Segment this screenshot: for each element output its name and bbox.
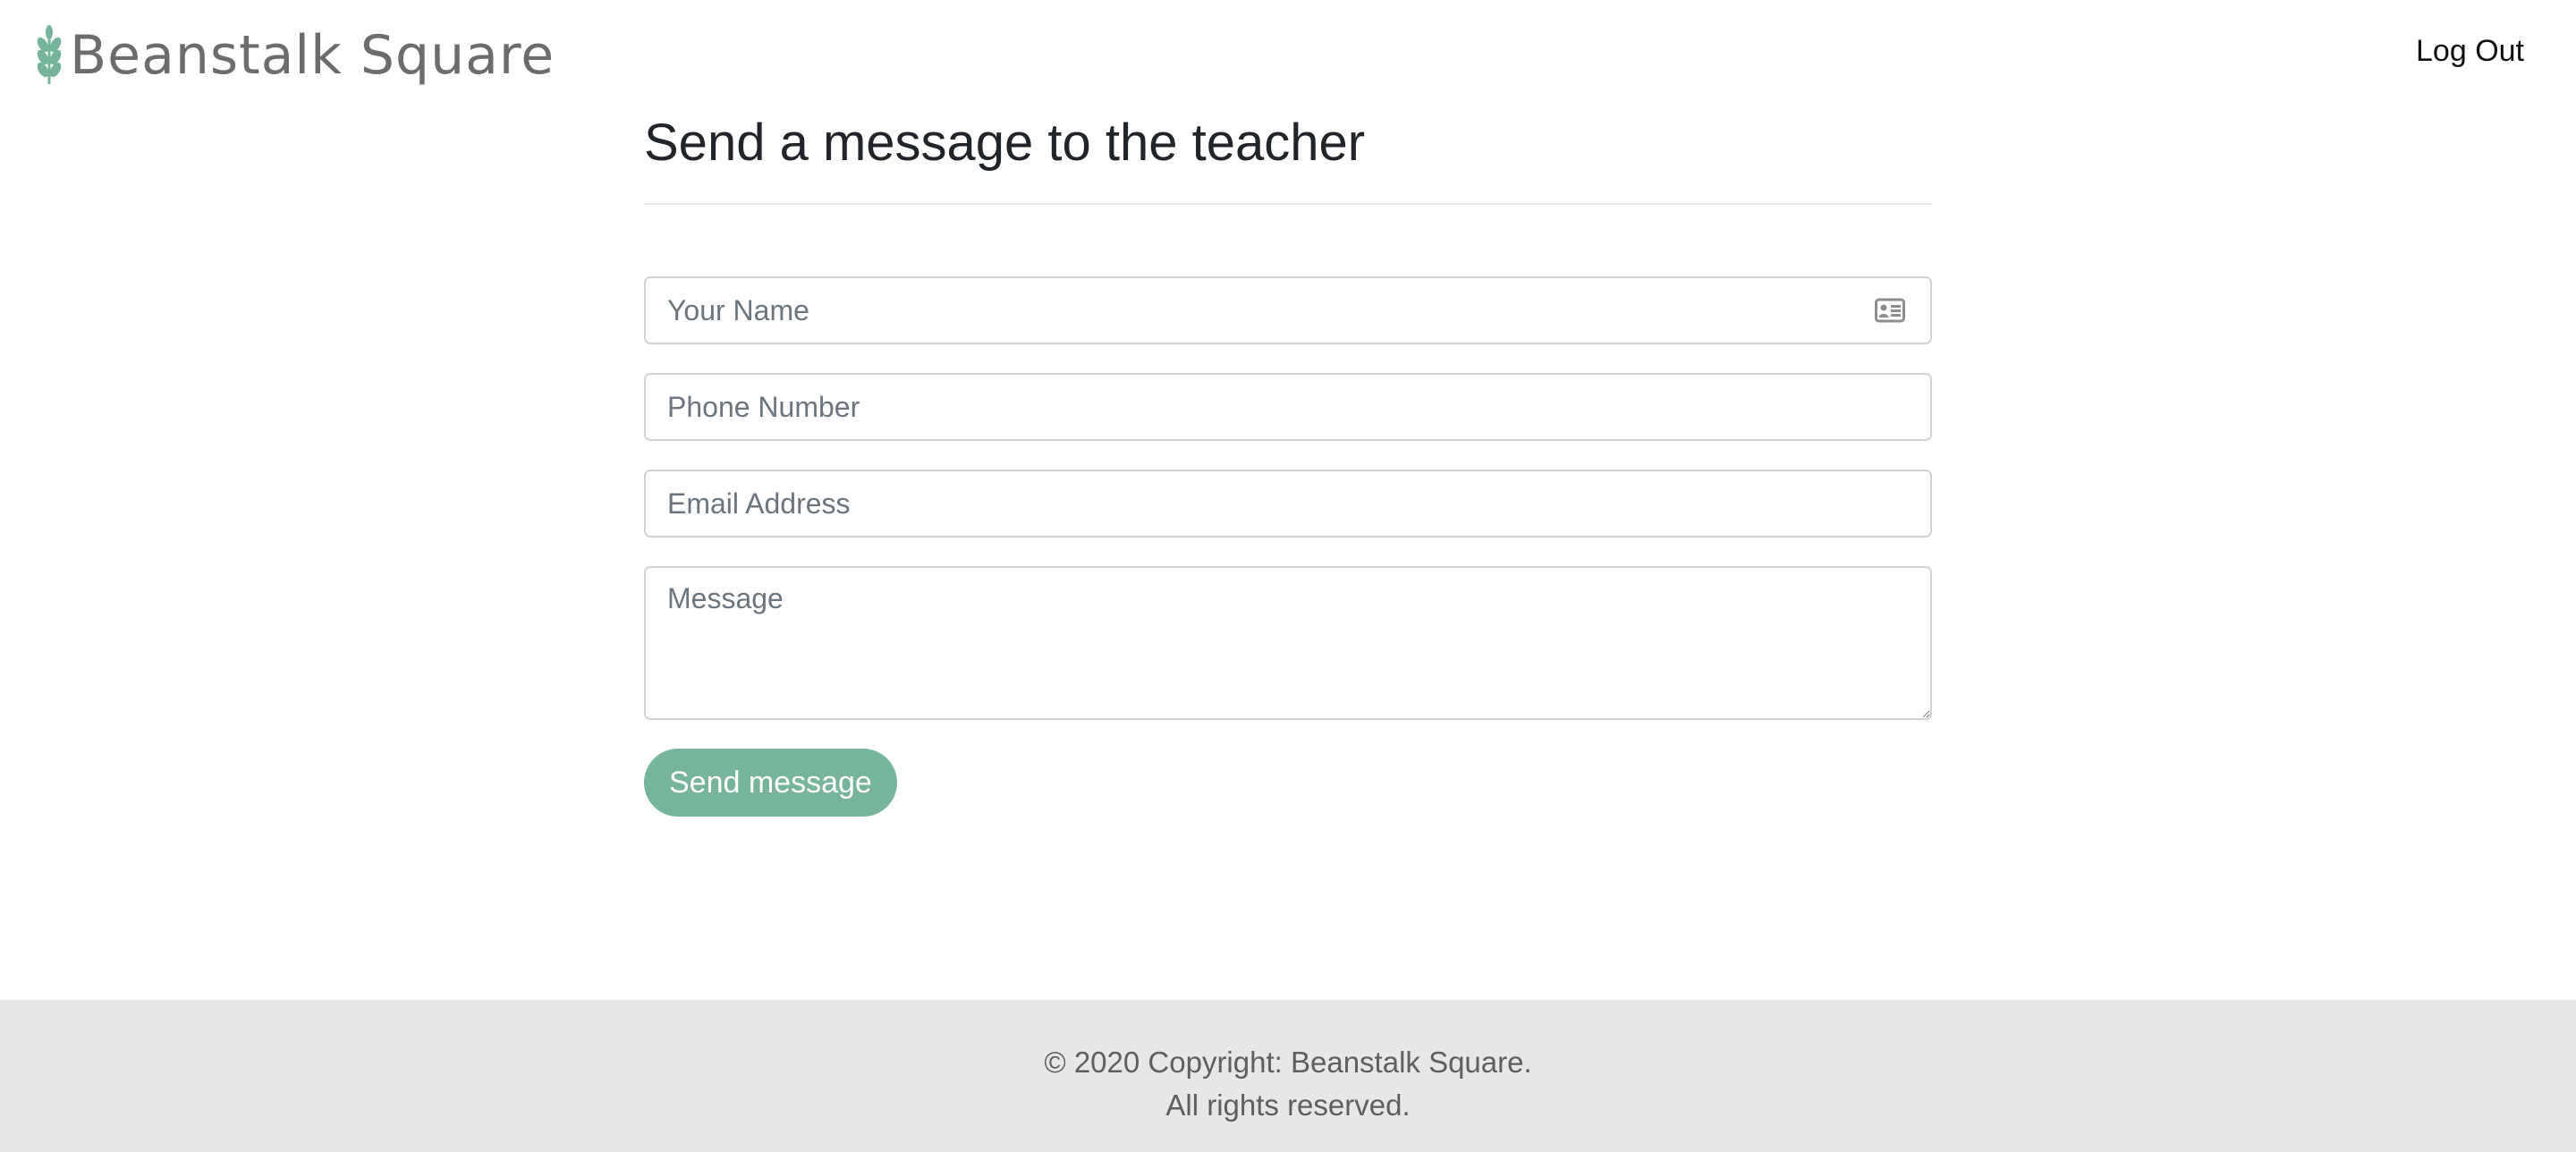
title-divider [644,203,1932,205]
send-message-button[interactable]: Send message [644,749,897,817]
email-field-wrapper [644,470,1932,538]
page-title: Send a message to the teacher [644,114,1366,172]
site-header: Beanstalk Square Log Out [0,0,2576,107]
name-input[interactable] [644,276,1932,344]
site-footer: © 2020 Copyright: Beanstalk Square. All … [0,1000,2576,1152]
message-textarea[interactable] [644,566,1932,720]
phone-field-wrapper [644,373,1932,441]
brand-home-link[interactable]: Beanstalk Square [34,20,555,91]
page: Beanstalk Square Log Out Send a message … [0,0,2576,1152]
name-field-wrapper [644,276,1932,344]
message-form: Send message [644,276,1932,817]
contact-card-icon [1875,298,1905,323]
main-content: Send a message to the teacher Your Name … [644,107,1932,817]
phone-input[interactable] [644,373,1932,441]
copyright-text: © 2020 Copyright: Beanstalk Square. [1044,1046,1532,1079]
rights-text: All rights reserved. [1165,1088,1411,1122]
logout-link[interactable]: Log Out [2416,34,2524,69]
email-input[interactable] [644,470,1932,538]
brand-name: Beanstalk Square [70,24,555,87]
wheat-sprig-icon [37,25,62,84]
message-field-wrapper [644,566,1932,720]
